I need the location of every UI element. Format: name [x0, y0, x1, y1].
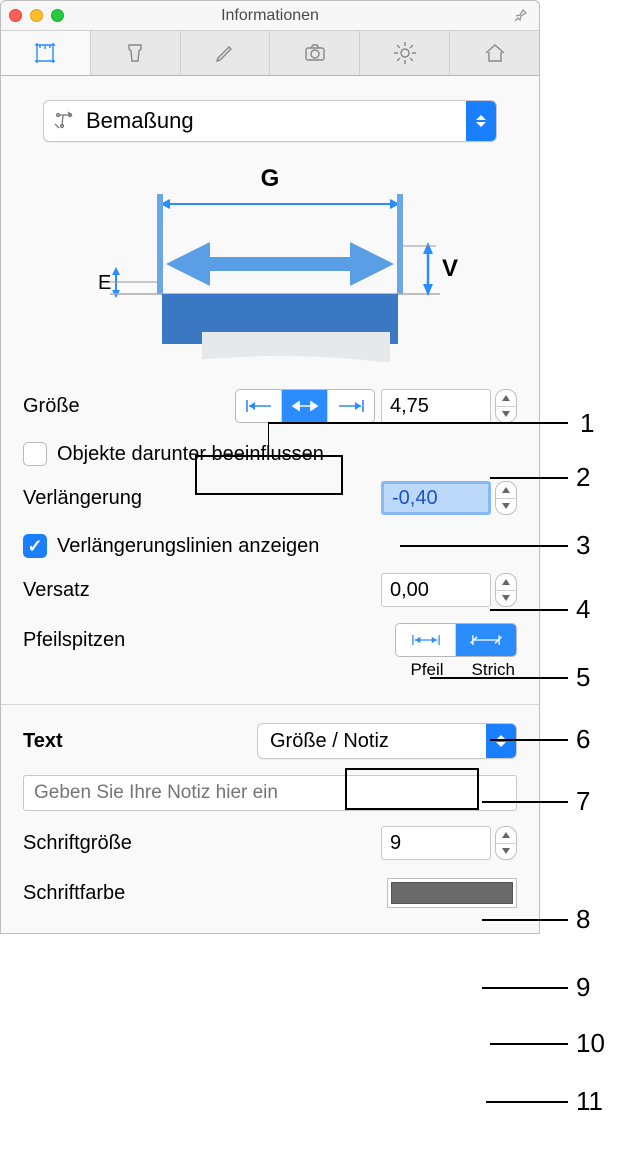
dropdown-arrows-icon — [486, 724, 516, 758]
arrowhead-label: Pfeilspitzen — [23, 629, 203, 652]
offset-label: Versatz — [23, 579, 203, 602]
arrow-strich-icon[interactable] — [456, 624, 516, 656]
text-mode-dropdown[interactable]: Größe / Notiz — [257, 723, 517, 759]
tab-light[interactable] — [360, 31, 450, 75]
affect-below-checkbox[interactable] — [23, 442, 47, 466]
tab-measure[interactable] — [1, 31, 91, 75]
fontcolor-swatch — [391, 882, 513, 904]
arrowhead-segment[interactable] — [395, 623, 517, 657]
section-divider — [1, 704, 539, 705]
arrow-pfeil-icon[interactable] — [396, 624, 456, 656]
diagram-label-g: G — [261, 165, 280, 192]
note-input[interactable] — [23, 775, 517, 811]
pin-icon[interactable] — [513, 7, 529, 28]
seg-left-icon[interactable] — [236, 390, 282, 422]
dropdown-arrows-icon — [466, 101, 496, 141]
diagram-label-v: V — [442, 255, 458, 282]
fontcolor-well[interactable] — [387, 878, 517, 908]
tab-edit[interactable] — [181, 31, 271, 75]
seg-both-icon[interactable] — [282, 390, 328, 422]
offset-field — [381, 573, 517, 607]
dimension-icon — [44, 108, 84, 134]
extension-input[interactable] — [381, 481, 491, 515]
show-extension-checkbox[interactable] — [23, 534, 47, 558]
extension-field — [381, 481, 517, 515]
window-title: Informationen — [1, 7, 539, 25]
size-stepper[interactable] — [495, 389, 517, 423]
show-extension-label: Verlängerungslinien anzeigen — [57, 535, 319, 558]
diagram-label-e: E — [98, 272, 111, 294]
size-field — [381, 389, 517, 423]
tab-bar — [1, 31, 539, 76]
arrow-opt2-label: Strich — [472, 660, 515, 680]
inspector-window: Informationen — [0, 0, 540, 934]
extension-stepper[interactable] — [495, 481, 517, 515]
tab-camera[interactable] — [270, 31, 360, 75]
dimension-diagram: G E — [80, 164, 460, 374]
affect-below-label: Objekte darunter beeinflussen — [57, 443, 324, 466]
size-label: Größe — [23, 395, 203, 418]
fontcolor-label: Schriftfarbe — [23, 882, 203, 905]
layer-type-dropdown[interactable]: Bemaßung — [43, 100, 497, 142]
seg-right-icon[interactable] — [328, 390, 374, 422]
size-direction-segment[interactable] — [235, 389, 375, 423]
text-mode-value: Größe / Notiz — [258, 730, 486, 753]
tab-style[interactable] — [91, 31, 181, 75]
tab-home[interactable] — [450, 31, 539, 75]
titlebar: Informationen — [1, 1, 539, 31]
extension-label: Verlängerung — [23, 487, 203, 510]
offset-stepper[interactable] — [495, 573, 517, 607]
fontsize-input[interactable] — [381, 826, 491, 860]
size-input[interactable] — [381, 389, 491, 423]
fontsize-label: Schriftgröße — [23, 832, 203, 855]
dropdown-label: Bemaßung — [84, 108, 466, 134]
text-section-label: Text — [23, 730, 203, 753]
fontsize-stepper[interactable] — [495, 826, 517, 860]
fontsize-field — [381, 826, 517, 860]
arrow-opt1-label: Pfeil — [410, 660, 443, 680]
offset-input[interactable] — [381, 573, 491, 607]
